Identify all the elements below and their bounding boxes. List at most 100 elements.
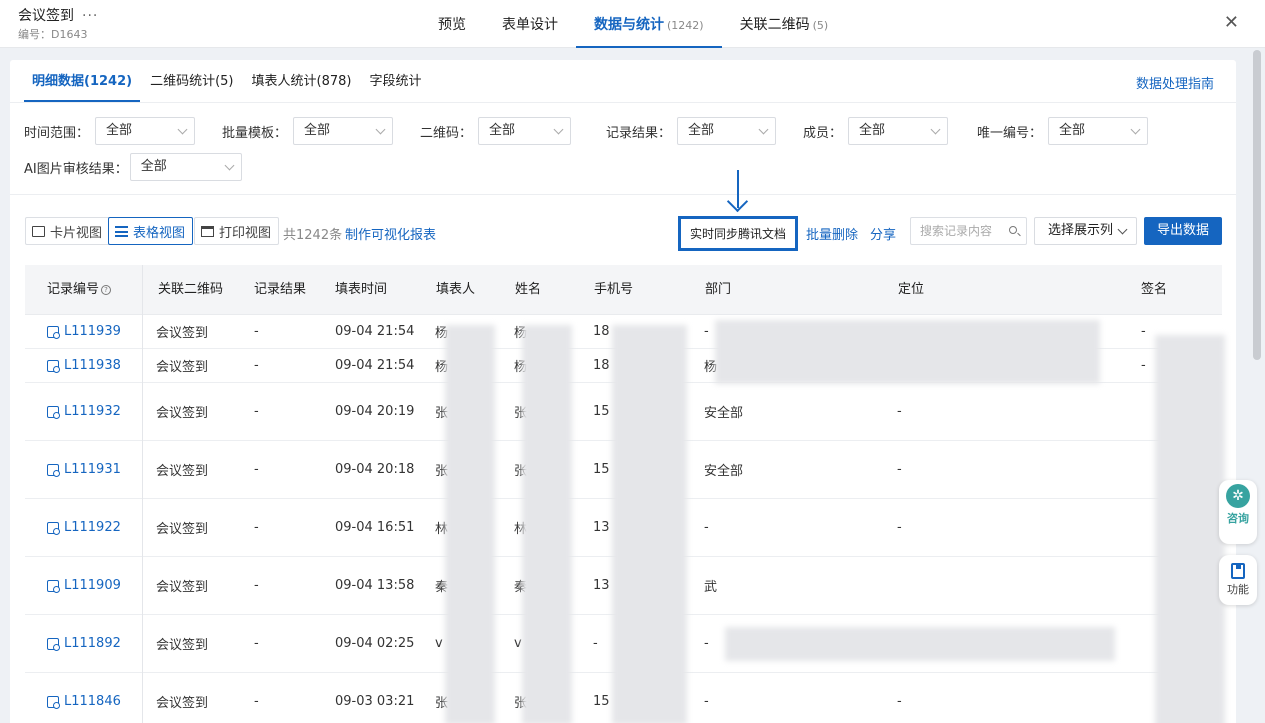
filter-member: 成员： 全部 — [803, 117, 949, 145]
batch-delete-button[interactable]: 批量删除 — [806, 224, 858, 243]
consult-button[interactable]: ✲ 咨询 — [1219, 480, 1257, 544]
filter-label: 二维码： — [420, 125, 473, 141]
filter-label: 唯一编号： — [977, 125, 1043, 141]
record-id-link[interactable]: L111939 — [64, 324, 121, 339]
chevron-down-icon — [1117, 224, 1128, 235]
chevron-down-icon — [375, 124, 386, 135]
bookmark-icon — [1231, 563, 1245, 579]
cell-record-id[interactable]: L111922 — [47, 499, 121, 556]
main-tabs: 预览 表单设计 数据与统计 (1242) 关联二维码 (5) — [420, 0, 846, 48]
print-icon — [201, 225, 214, 237]
filter-batch-template: 批量模板： 全部 — [222, 117, 394, 145]
cell-department: - — [704, 520, 709, 535]
batch-template-select[interactable]: 全部 — [293, 117, 394, 145]
subtab-filler-stats[interactable]: 填表人统计(878) — [244, 60, 360, 102]
export-data-button[interactable]: 导出数据 — [1144, 217, 1222, 245]
top-bar: 会议签到 ··· 编号：D1643 预览 表单设计 数据与统计 (1242) 关联二… — [0, 0, 1265, 48]
record-detail-icon — [47, 405, 60, 419]
table-view-button[interactable]: 表格视图 — [108, 217, 194, 245]
cell-phone: 18 — [593, 358, 610, 373]
filter-time-range: 时间范围： 全部 — [24, 117, 196, 145]
member-select[interactable]: 全部 — [848, 117, 949, 145]
arrow-down-icon — [726, 170, 749, 213]
record-id-link[interactable]: L111922 — [64, 520, 121, 535]
record-id-link[interactable]: L111932 — [64, 404, 121, 419]
cell-department: 安全部 — [704, 464, 744, 479]
col-record-id[interactable]: 记录编号? — [47, 265, 112, 315]
cell-department: 安全部 — [704, 406, 744, 421]
col-label: 记录编号 — [47, 282, 100, 297]
data-guide-link[interactable]: 数据处理指南 — [1136, 73, 1214, 92]
record-result-select[interactable]: 全部 — [677, 117, 777, 145]
cell-record-id[interactable]: L111846 — [47, 673, 121, 723]
card-view-label: 卡片视图 — [50, 225, 103, 241]
subtab-field-stats[interactable]: 字段统计 — [361, 60, 429, 102]
record-detail-icon — [47, 579, 60, 593]
record-id-link[interactable]: L111846 — [64, 694, 121, 709]
cell-record-id[interactable]: L111939 — [47, 315, 121, 348]
print-view-button[interactable]: 打印视图 — [194, 217, 280, 245]
help-icon[interactable]: ? — [101, 285, 112, 295]
chevron-down-icon — [930, 124, 941, 135]
more-menu-icon[interactable]: ··· — [82, 8, 98, 24]
col-name: 姓名 — [515, 282, 542, 297]
subtab-detail-data[interactable]: 明细数据(1242) — [24, 60, 141, 102]
select-columns-dropdown[interactable]: 选择展示列 — [1034, 217, 1137, 245]
function-button[interactable]: 功能 — [1219, 555, 1257, 605]
cell-location: - — [897, 404, 902, 419]
record-detail-icon — [47, 637, 60, 651]
ai-image-review-select[interactable]: 全部 — [129, 153, 242, 181]
chevron-down-icon — [1130, 124, 1141, 135]
tab-data-stats[interactable]: 数据与统计 (1242) — [576, 0, 722, 48]
record-id-link[interactable]: L111938 — [64, 358, 121, 373]
cell-record-id[interactable]: L111909 — [47, 557, 121, 614]
cell-fill-time: 09-04 02:25 — [335, 636, 415, 651]
cell-record-id[interactable]: L111938 — [47, 349, 121, 382]
redaction-blur — [445, 325, 495, 723]
cell-record-id[interactable]: L111932 — [47, 383, 121, 440]
filter-label: 记录结果： — [606, 125, 672, 141]
consult-icon: ✲ — [1226, 484, 1250, 508]
filter-label: 时间范围： — [24, 125, 90, 141]
page-scrollbar[interactable] — [1253, 50, 1261, 360]
unique-id-select[interactable]: 全部 — [1048, 117, 1149, 145]
subtab-qrcode-stats[interactable]: 二维码统计(5) — [142, 60, 241, 102]
record-id-link[interactable]: L111931 — [64, 462, 121, 477]
cell-record-result: - — [254, 636, 259, 651]
cell-linked-qrcode: 会议签到 — [156, 406, 209, 421]
form-title: 会议签到 ··· — [18, 5, 98, 25]
table-view-label: 表格视图 — [133, 225, 186, 241]
record-id-link[interactable]: L111892 — [64, 636, 121, 651]
sync-tencent-docs-button[interactable]: 实时同步腾讯文档 — [678, 216, 798, 251]
record-id-link[interactable]: L111909 — [64, 578, 121, 593]
cell-phone: 15 — [593, 462, 610, 477]
cell-department: - — [704, 636, 709, 651]
cell-record-result: - — [254, 358, 259, 373]
qrcode-select[interactable]: 全部 — [478, 117, 572, 145]
filter-label: AI图片审核结果： — [24, 161, 128, 177]
tab-linked-qrcode[interactable]: 关联二维码 (5) — [722, 0, 847, 48]
search-input[interactable]: 搜索记录内容 — [910, 217, 1027, 245]
arrow-head — [726, 190, 749, 213]
select-columns-label: 选择展示列 — [1048, 223, 1114, 238]
filter-label: 成员： — [803, 125, 843, 141]
cell-record-id[interactable]: L111931 — [47, 441, 121, 498]
card-view-button[interactable]: 卡片视图 — [25, 217, 111, 245]
select-value: 全部 — [140, 159, 167, 174]
col-phone: 手机号 — [594, 282, 634, 297]
cell-fill-time: 09-04 20:19 — [335, 404, 415, 419]
divider — [10, 102, 1236, 103]
time-range-select[interactable]: 全部 — [95, 117, 196, 145]
tab-preview[interactable]: 预览 — [420, 0, 484, 48]
make-report-link[interactable]: 制作可视化报表 — [345, 224, 436, 243]
cell-record-id[interactable]: L111892 — [47, 615, 121, 672]
cell-linked-qrcode: 会议签到 — [156, 464, 209, 479]
select-value: 全部 — [304, 123, 331, 138]
tab-form-design[interactable]: 表单设计 — [484, 0, 576, 48]
cell-fill-time: 09-03 03:21 — [335, 694, 415, 709]
chevron-down-icon — [177, 124, 188, 135]
share-button[interactable]: 分享 — [870, 224, 896, 243]
select-value: 全部 — [489, 123, 516, 138]
cell-linked-qrcode: 会议签到 — [156, 580, 209, 595]
close-icon[interactable]: ✕ — [1224, 12, 1239, 33]
